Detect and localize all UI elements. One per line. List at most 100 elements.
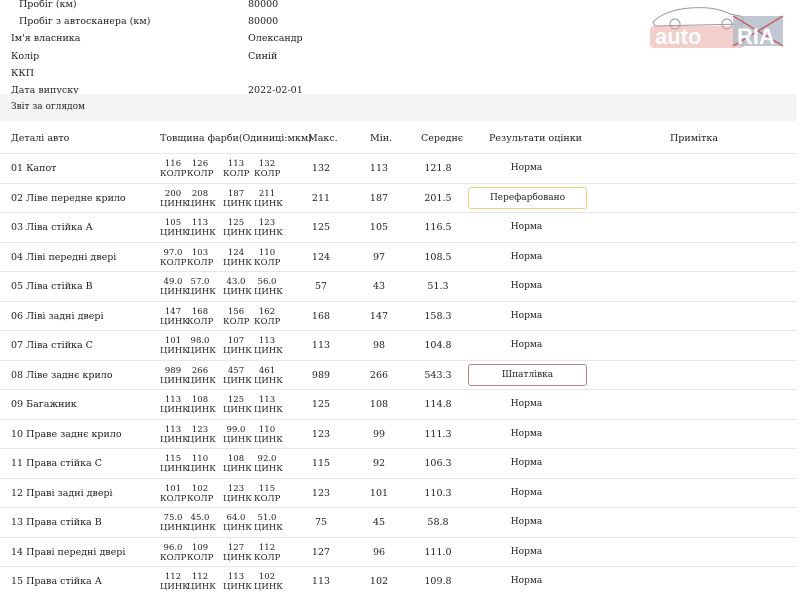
measurement-cell: 101 КОЛР — [160, 484, 186, 504]
auto-ria-logo[interactable]: auto RIA — [645, 2, 795, 52]
measurement-type: КОЛР — [187, 169, 214, 179]
value-avg: 109.8 — [424, 576, 452, 587]
info-value: 80000 — [248, 16, 279, 28]
measurement-cell: 108 ЦИНК — [187, 395, 216, 415]
table-row: 03 Ліва стійка А 105 ЦИНК 113 ЦИНК 125 ЦИНК 123… — [0, 212, 797, 243]
value-max: 75 — [314, 517, 328, 528]
measurement-type: КОЛР — [254, 257, 281, 268]
part-name: 14 Праві передні двері — [11, 546, 126, 558]
measurement-value: 110 — [191, 454, 209, 464]
value-avg: 111.3 — [424, 428, 452, 440]
measurement-cell: 208 ЦИНК — [187, 189, 216, 209]
measurement-type: ЦИНК — [254, 464, 283, 474]
measurement-value: 127 — [227, 542, 245, 553]
measurement-cell: 43.0 ЦИНК — [223, 277, 252, 297]
measurement-cell: 187 ЦИНК — [223, 188, 252, 209]
measurement-value: 457 — [227, 365, 245, 376]
header-note: Примітка — [670, 133, 718, 144]
info-label: ККП — [11, 67, 34, 79]
measurement-type: ЦИНК — [254, 582, 283, 592]
value-max: 123 — [311, 428, 331, 440]
measurement-cell: 49.0 ЦИНК — [160, 277, 189, 297]
measurement-type: ЦИНК — [160, 346, 189, 356]
part-name: 01 Капот — [11, 163, 57, 174]
value-max: 113 — [311, 340, 331, 351]
measurement-type: ЦИНК — [254, 405, 283, 415]
value-avg: 201.5 — [424, 192, 452, 204]
value-avg: 116.5 — [424, 222, 452, 233]
part-name: 15 Права стійка А — [11, 576, 102, 587]
part-name: 13 Права стійка В — [11, 517, 102, 528]
measurement-cell: 115 КОЛР — [254, 484, 280, 504]
measurement-value: 108 — [191, 395, 209, 405]
info-row: Колір Синій — [0, 49, 600, 65]
part-name: 07 Ліва стійка С — [11, 340, 93, 351]
measurement-cell: 123 ЦИНК — [254, 218, 283, 238]
table-row: 08 Ліве заднє крило 989 ЦИНК 266 ЦИНК 457 ЦИНК… — [0, 359, 797, 391]
table-row: 14 Праві передні двері 96.0 КОЛР 109 КОЛР 127… — [0, 536, 797, 568]
measurement-cell: 102 ЦИНК — [254, 572, 283, 592]
measurement-cell: 168 КОЛР — [187, 307, 213, 327]
measurement-type: ЦИНК — [223, 228, 252, 238]
measurement-value: 110 — [258, 247, 276, 258]
measurement-cell: 110 ЦИНК — [187, 454, 216, 474]
table-row: 10 Праве заднє крило 113 ЦИНК 123 ЦИНК 99.0 ЦИ… — [0, 418, 797, 450]
table-row: 09 Багажник 113 ЦИНК 108 ЦИНК 125 ЦИНК 113 ЦИНК 1… — [0, 389, 797, 420]
measurement-cell: 51.0 ЦИНК — [254, 513, 283, 533]
measurement-type: КОЛР — [160, 257, 187, 268]
table-row: 01 Капот 116 КОЛР 126 КОЛР 113 КОЛР 132 КОЛР 132 1… — [0, 153, 797, 184]
measurement-value: 113 — [191, 218, 209, 228]
measurement-type: ЦИНК — [160, 523, 189, 533]
measurement-cell: 112 ЦИНК — [160, 572, 189, 592]
measurement-cell: 45.0 ЦИНК — [187, 513, 216, 533]
result-badge: Норма — [510, 546, 543, 557]
value-min: 92 — [372, 458, 386, 469]
measurement-cell: 64.0 ЦИНК — [223, 513, 252, 533]
measurement-cell: 126 КОЛР — [187, 159, 213, 179]
measurement-cell: 200 ЦИНК — [160, 188, 189, 209]
measurement-type: ЦИНК — [160, 198, 189, 209]
measurement-value: 110 — [258, 424, 276, 435]
value-avg: 111.0 — [424, 546, 452, 558]
measurement-value: 64.0 — [226, 513, 246, 523]
value-avg: 106.3 — [424, 458, 452, 469]
measurement-value: 156 — [227, 306, 245, 317]
info-label: Колір — [11, 50, 40, 62]
measurement-type: КОЛР — [187, 552, 214, 563]
table-row: 05 Ліва стійка В 49.0 ЦИНК 57.0 ЦИНК 43.0 ЦИНК… — [0, 271, 797, 302]
measurement-type: ЦИНК — [187, 287, 216, 297]
measurement-value: 211 — [258, 188, 276, 199]
measurement-value: 113 — [227, 159, 245, 169]
measurement-value: 109 — [191, 542, 209, 553]
value-min: 96 — [372, 546, 386, 558]
measurement-value: 187 — [227, 188, 245, 199]
table-row: 04 Ліві передні двері 97.0 КОЛР 103 КОЛР 124 Ц… — [0, 241, 797, 273]
measurement-type: КОЛР — [160, 493, 187, 504]
measurement-cell: 110 ЦИНК — [254, 424, 283, 445]
measurement-type: КОЛР — [160, 169, 187, 179]
measurement-value: 107 — [227, 336, 245, 346]
part-name: 03 Ліва стійка А — [11, 222, 93, 233]
measurement-value: 99.0 — [226, 424, 246, 435]
measurement-type: ЦИНК — [223, 434, 252, 445]
value-max: 211 — [311, 192, 331, 204]
measurement-value: 123 — [258, 218, 276, 228]
measurement-value: 115 — [258, 483, 276, 494]
measurement-cell: 162 КОЛР — [254, 307, 280, 327]
value-avg: 543.3 — [424, 369, 452, 381]
measurement-type: ЦИНК — [254, 346, 283, 356]
result-badge: Норма — [510, 458, 543, 468]
measurement-cell: 102 КОЛР — [187, 484, 213, 504]
measurement-type: ЦИНК — [254, 287, 283, 297]
part-name: 10 Праве заднє крило — [11, 428, 122, 440]
measurement-value: 113 — [258, 336, 276, 346]
measurement-value: 200 — [164, 188, 182, 199]
measurement-type: ЦИНК — [254, 375, 283, 386]
value-max: 125 — [311, 399, 331, 410]
measurement-value: 57.0 — [190, 277, 210, 287]
measurement-value: 49.0 — [163, 277, 183, 287]
value-avg: 58.8 — [427, 517, 449, 528]
measurement-type: КОЛР — [254, 552, 281, 563]
info-value: 80000 — [248, 0, 279, 10]
result-badge: Норма — [510, 340, 543, 350]
